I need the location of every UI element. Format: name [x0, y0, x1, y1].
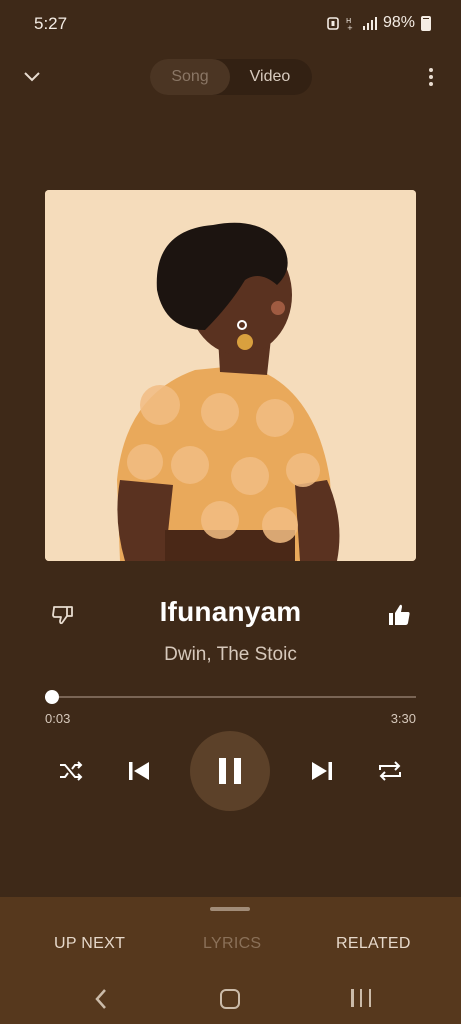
more-vertical-icon	[429, 68, 433, 72]
song-video-toggle: Song Video	[150, 59, 312, 95]
status-icons: H + 98%	[327, 14, 431, 32]
like-button[interactable]	[386, 602, 412, 628]
pause-icon	[219, 758, 241, 784]
bottom-tabs: UP NEXT LYRICS RELATED	[0, 935, 461, 955]
back-button[interactable]	[92, 987, 112, 1011]
tab-related[interactable]: RELATED	[336, 935, 411, 953]
player-top-bar: Song Video	[0, 56, 461, 98]
previous-button[interactable]	[126, 758, 152, 784]
notification-icon	[327, 17, 339, 30]
total-time: 3:30	[390, 711, 416, 726]
sheet-drag-handle[interactable]	[210, 907, 250, 911]
collapse-button[interactable]	[20, 64, 44, 88]
playback-controls	[0, 731, 461, 811]
battery-icon	[421, 15, 431, 31]
tab-lyrics[interactable]: LYRICS	[203, 935, 261, 953]
thumbs-up-icon	[389, 604, 410, 625]
recent-apps-button[interactable]	[351, 989, 371, 1009]
chevron-down-icon	[24, 72, 40, 82]
track-artist: Dwin, The Stoic	[164, 644, 297, 665]
repeat-button[interactable]	[376, 759, 404, 783]
status-time: 5:27	[34, 14, 68, 33]
network-hplus-icon: H +	[346, 17, 353, 30]
back-icon	[95, 989, 106, 1009]
skip-next-icon	[312, 762, 332, 780]
signal-icon	[362, 16, 377, 30]
progress-thumb[interactable]	[45, 690, 60, 704]
tab-video[interactable]: Video	[230, 59, 310, 95]
progress-bar[interactable]	[45, 690, 416, 704]
svg-text:+: +	[347, 24, 353, 30]
current-time: 0:03	[45, 711, 71, 726]
battery-percent: 98%	[382, 14, 415, 31]
tab-up-next[interactable]: UP NEXT	[54, 935, 125, 953]
album-art	[45, 190, 416, 561]
more-options-button[interactable]	[423, 64, 439, 90]
track-info-row: Ifunanyam	[0, 596, 461, 640]
shuffle-button[interactable]	[58, 759, 84, 783]
status-bar: 5:27 H + 98%	[0, 0, 461, 46]
tab-song[interactable]: Song	[150, 59, 230, 95]
shuffle-icon	[60, 761, 83, 781]
skip-previous-icon	[129, 762, 149, 780]
home-button[interactable]	[220, 989, 240, 1009]
pause-button[interactable]	[190, 731, 270, 811]
system-nav-bar	[0, 985, 461, 1013]
progress-track	[45, 696, 416, 698]
next-button[interactable]	[309, 758, 335, 784]
repeat-icon	[379, 761, 401, 781]
